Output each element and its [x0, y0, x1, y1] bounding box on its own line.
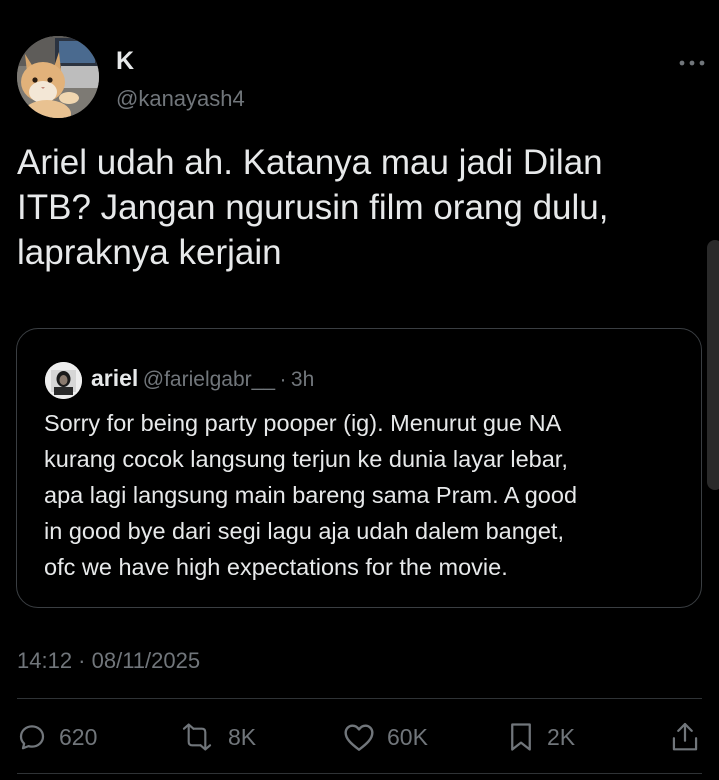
- quoted-tweet-text: Sorry for being party pooper (ig). Menur…: [44, 410, 578, 580]
- quoted-avatar-image: [45, 362, 82, 399]
- divider: [17, 773, 702, 774]
- scrollbar-thumb[interactable]: [707, 240, 719, 490]
- reply-icon: [19, 725, 45, 750]
- quoted-author-avatar[interactable]: [45, 362, 82, 399]
- cat-avatar-image: [17, 36, 99, 118]
- tweet-timestamp[interactable]: 14:12 · 08/11/2025: [17, 646, 200, 676]
- quoted-time: 3h: [290, 368, 315, 391]
- author-display-name[interactable]: K: [116, 46, 134, 76]
- repost-icon: [182, 723, 212, 751]
- quoted-tweet-header: ariel @farielgabr__ · 3h: [91, 363, 314, 397]
- like-button[interactable]: 60K: [343, 718, 428, 756]
- quoted-author-name[interactable]: ariel: [91, 365, 138, 391]
- quoted-separator: ·: [279, 368, 287, 391]
- bookmark-icon: [511, 723, 531, 751]
- quoted-author-handle[interactable]: @farielgabr__: [143, 368, 275, 391]
- bookmark-button[interactable]: 2K: [507, 718, 575, 756]
- reply-count: 620: [59, 724, 98, 750]
- repost-count: 8K: [228, 724, 257, 750]
- heart-icon: [344, 724, 374, 751]
- more-horizontal-icon: [679, 60, 705, 66]
- reply-button[interactable]: 620: [17, 718, 97, 756]
- author-avatar[interactable]: [17, 36, 99, 118]
- repost-button[interactable]: 8K: [178, 718, 256, 756]
- tweet-text: Ariel udah ah. Katanya mau jadi Dilan IT…: [17, 143, 609, 272]
- share-icon: [672, 722, 698, 751]
- quoted-tweet-card[interactable]: ariel @farielgabr__ · 3h Sorry for being…: [16, 328, 702, 608]
- like-count: 60K: [387, 724, 428, 750]
- bookmark-count: 2K: [547, 724, 576, 750]
- divider: [17, 698, 702, 699]
- more-options-button[interactable]: [678, 56, 706, 70]
- share-button[interactable]: [670, 718, 700, 756]
- author-handle[interactable]: @kanayash4: [116, 85, 245, 113]
